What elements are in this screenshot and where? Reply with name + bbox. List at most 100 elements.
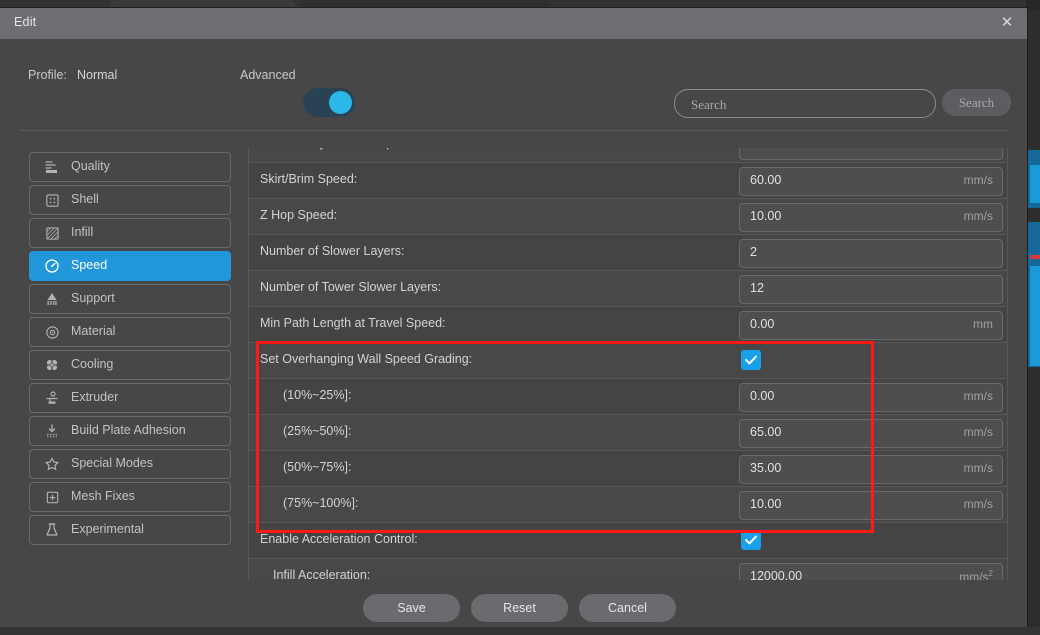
setting-value: 10.00	[750, 209, 782, 223]
setting-checkbox[interactable]	[741, 530, 761, 550]
setting-unit: mm	[973, 317, 993, 331]
setting-row: Z Hop Speed: 10.00 mm/s	[248, 199, 1008, 235]
sidebar-item-experimental[interactable]: Experimental	[29, 515, 231, 545]
support-icon	[43, 290, 61, 308]
edit-settings-dialog: Edit ✕ Profile: Normal Advanced Search Q…	[0, 8, 1027, 627]
setting-input[interactable]: 0.00 mm	[739, 311, 1003, 340]
sidebar-item-label: Material	[71, 324, 116, 338]
sidebar-item-label: Speed	[71, 258, 108, 272]
material-spool-icon	[43, 323, 61, 341]
setting-unit: mm/s	[963, 389, 993, 403]
setting-unit: mm/s	[963, 461, 993, 475]
close-icon[interactable]: ✕	[995, 12, 1019, 34]
sidebar-item-support[interactable]: Support	[29, 284, 231, 314]
setting-row: Number of Tower Slower Layers: 12	[248, 271, 1008, 307]
setting-unit: mm/s	[964, 148, 993, 151]
settings-rows: Initial Layer Travel Speed: 240.00 mm/s Ski…	[248, 148, 1008, 580]
setting-label: (25%~50%]:	[283, 424, 352, 438]
setting-label: Z Hop Speed:	[260, 208, 338, 222]
setting-unit: mm/s	[963, 425, 993, 439]
sidebar-item-label: Build Plate Adhesion	[71, 423, 186, 437]
setting-value: 60.00	[750, 173, 782, 187]
setting-label: Number of Slower Layers:	[260, 244, 405, 258]
setting-input[interactable]: 10.00 mm/s	[739, 491, 1003, 520]
setting-value: 0.00	[750, 317, 775, 331]
settings-scrollbar-track[interactable]	[1002, 148, 1012, 580]
setting-value: 240.00	[750, 148, 788, 151]
quality-icon	[43, 158, 61, 176]
setting-input[interactable]: 240.00 mm/s	[739, 148, 1003, 160]
setting-row: (75%~100%]: 10.00 mm/s	[248, 487, 1008, 523]
setting-row: Enable Acceleration Control:	[248, 523, 1008, 559]
setting-value: 35.00	[750, 461, 782, 475]
setting-input[interactable]: 12000.00 mm/s2	[739, 563, 1003, 580]
sidebar-item-material[interactable]: Material	[29, 317, 231, 347]
settings-panel: Initial Layer Travel Speed: 240.00 mm/s Ski…	[248, 148, 1008, 580]
setting-input[interactable]: 12	[739, 275, 1003, 304]
setting-label: (75%~100%]:	[283, 496, 359, 510]
setting-label: Enable Acceleration Control:	[260, 532, 418, 546]
header-divider	[20, 130, 1008, 131]
setting-row: Set Overhanging Wall Speed Grading:	[248, 343, 1008, 379]
search-field-wrapper[interactable]	[674, 89, 936, 119]
setting-label: Min Path Length at Travel Speed:	[260, 316, 446, 330]
speed-gauge-icon	[43, 257, 61, 275]
sidebar-item-label: Shell	[71, 192, 99, 206]
sidebar-item-mesh-fixes[interactable]: Mesh Fixes	[29, 482, 231, 512]
setting-row: (25%~50%]: 65.00 mm/s	[248, 415, 1008, 451]
setting-input[interactable]: 60.00 mm/s	[739, 167, 1003, 196]
sidebar-item-cooling[interactable]: Cooling	[29, 350, 231, 380]
setting-row: (10%~25%]: 0.00 mm/s	[248, 379, 1008, 415]
setting-input[interactable]: 10.00 mm/s	[739, 203, 1003, 232]
sidebar-item-speed[interactable]: Speed	[29, 251, 231, 281]
setting-input[interactable]: 35.00 mm/s	[739, 455, 1003, 484]
setting-value: 65.00	[750, 425, 782, 439]
build-plate-adhesion-icon	[43, 422, 61, 440]
cancel-button[interactable]: Cancel	[579, 594, 676, 622]
sidebar-item-label: Special Modes	[71, 456, 153, 470]
setting-row: (50%~75%]: 35.00 mm/s	[248, 451, 1008, 487]
sidebar-item-label: Infill	[71, 225, 94, 239]
background-strip-bottom	[1026, 490, 1040, 635]
dialog-title: Edit	[14, 15, 37, 29]
sidebar-item-label: Mesh Fixes	[71, 489, 135, 503]
search-button[interactable]: Search	[942, 89, 1011, 116]
setting-input[interactable]: 65.00 mm/s	[739, 419, 1003, 448]
save-button[interactable]: Save	[363, 594, 460, 622]
reset-button[interactable]: Reset	[471, 594, 568, 622]
setting-value: 2	[750, 245, 757, 259]
setting-label: Skirt/Brim Speed:	[260, 172, 358, 186]
sidebar-item-shell[interactable]: Shell	[29, 185, 231, 215]
setting-unit: mm/s	[963, 209, 993, 223]
dialog-footer: Save Reset Cancel	[0, 590, 1027, 627]
profile-label: Profile:	[28, 68, 67, 82]
setting-label: Initial Layer Travel Speed:	[273, 148, 418, 150]
cooling-fan-icon	[43, 356, 61, 374]
setting-input[interactable]: 0.00 mm/s	[739, 383, 1003, 412]
profile-value: Normal	[77, 68, 118, 82]
setting-checkbox[interactable]	[741, 350, 761, 370]
setting-row: Infill Acceleration: 12000.00 mm/s2	[248, 559, 1008, 580]
setting-unit: mm/s2	[959, 569, 993, 580]
setting-value: 12000.00	[750, 569, 803, 580]
sidebar-item-special-modes[interactable]: Special Modes	[29, 449, 231, 479]
setting-label: Infill Acceleration:	[273, 568, 371, 580]
sidebar-item-extruder[interactable]: Extruder	[29, 383, 231, 413]
sidebar-item-quality[interactable]: Quality	[29, 152, 231, 182]
setting-row: Initial Layer Travel Speed: 240.00 mm/s	[248, 148, 1008, 163]
setting-input[interactable]: 2	[739, 239, 1003, 268]
sidebar-item-build-plate-adhesion[interactable]: Build Plate Adhesion	[29, 416, 231, 446]
advanced-label: Advanced	[240, 68, 296, 82]
setting-unit: mm/s	[963, 173, 993, 187]
model-sliver-blue-a	[1030, 165, 1040, 203]
background-bottom-edge	[0, 627, 1040, 635]
star-icon	[43, 455, 61, 473]
search-input[interactable]	[689, 90, 925, 119]
application-window: Edit ✕ Profile: Normal Advanced Search Q…	[0, 0, 1040, 635]
setting-value: 0.00	[750, 389, 775, 403]
advanced-mode-toggle[interactable]	[303, 88, 355, 117]
sidebar-item-label: Quality	[71, 159, 110, 173]
background-strip-top	[1026, 0, 1040, 10]
sidebar-item-infill[interactable]: Infill	[29, 218, 231, 248]
setting-row: Number of Slower Layers: 2	[248, 235, 1008, 271]
